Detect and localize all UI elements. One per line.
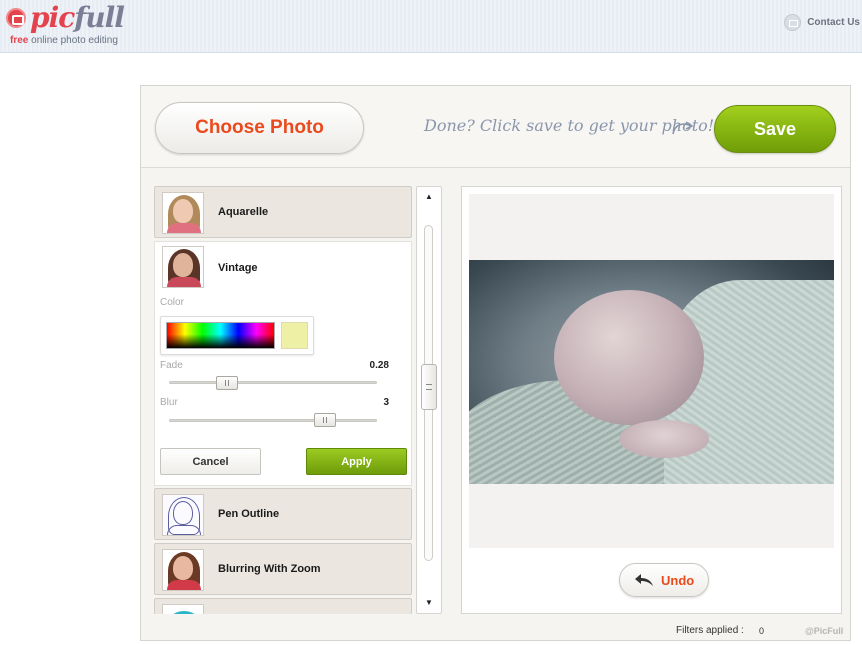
color-picker: [160, 316, 314, 355]
fade-value: 0.28: [369, 360, 389, 371]
blurring-zoom-thumbnail: [162, 549, 204, 591]
pen-outline-thumbnail: [162, 494, 204, 536]
editor-panel: Choose Photo Done? Click save to get you…: [140, 85, 851, 641]
scroll-thumb[interactable]: [421, 364, 437, 410]
blur-value: 3: [383, 397, 389, 408]
cancel-button[interactable]: Cancel: [160, 448, 261, 475]
preview-canvas: [469, 194, 834, 548]
logo-full-text: full: [74, 1, 125, 34]
fade-slider-track[interactable]: [169, 381, 377, 384]
blur-label: Blur: [160, 397, 178, 408]
undo-button[interactable]: Undo: [619, 563, 709, 597]
filter-item-partial[interactable]: [154, 598, 412, 614]
sleeping-baby-photo: [469, 260, 834, 484]
filters-applied-label: Filters applied :: [676, 625, 744, 636]
filter-list: Aquarelle Vintage Color Fade 0.28 Blur 3…: [154, 186, 412, 614]
apply-button[interactable]: Apply: [306, 448, 407, 475]
save-button[interactable]: Save: [714, 105, 836, 153]
camera-icon: [6, 8, 26, 28]
filter-name-label: Blurring With Zoom: [218, 563, 321, 575]
curved-arrow-icon: [672, 121, 694, 135]
scroll-down-arrow-icon[interactable]: ▼: [417, 595, 441, 611]
photo-preview: Undo: [461, 186, 842, 614]
undo-arrow-icon: [635, 574, 653, 586]
color-spectrum[interactable]: [166, 322, 275, 349]
picfull-credit: @PicFull: [805, 626, 844, 636]
mail-icon: [784, 13, 802, 31]
tagline-rest: online photo editing: [28, 35, 118, 46]
tagline: free online photo editing: [10, 35, 118, 46]
selected-color-swatch[interactable]: [281, 322, 308, 349]
vintage-thumbnail[interactable]: [162, 246, 204, 288]
filter-name-label: Vintage: [218, 262, 258, 274]
filter-item-blurring-with-zoom[interactable]: Blurring With Zoom: [154, 543, 412, 595]
color-label: Color: [160, 297, 184, 308]
aquarelle-thumbnail: [162, 192, 204, 234]
tagline-free: free: [10, 35, 29, 46]
filter-name-label: Aquarelle: [218, 206, 269, 218]
filters-applied-count: 0: [759, 626, 765, 636]
blur-slider-handle[interactable]: [314, 413, 336, 427]
scroll-up-arrow-icon[interactable]: ▲: [417, 189, 441, 205]
logo-wordmark: picfull: [30, 1, 125, 34]
partial-thumbnail: [162, 604, 204, 614]
filter-item-pen-outline[interactable]: Pen Outline: [154, 488, 412, 540]
contact-us-label: Contact Us: [807, 16, 860, 28]
choose-photo-button[interactable]: Choose Photo: [155, 102, 364, 154]
contact-us-link[interactable]: Contact Us: [784, 13, 860, 31]
picfull-logo[interactable]: picfull free online photo editing: [4, 1, 125, 51]
filter-name-label: Pen Outline: [218, 508, 280, 520]
filter-item-aquarelle[interactable]: Aquarelle: [154, 186, 412, 238]
undo-label: Undo: [661, 573, 695, 588]
filter-item-vintage-expanded: Vintage Color Fade 0.28 Blur 3 Cancel Ap…: [154, 241, 412, 486]
site-header: picfull free online photo editing Contac…: [0, 0, 862, 53]
fade-label: Fade: [160, 360, 183, 371]
editor-toolbar: Choose Photo Done? Click save to get you…: [141, 86, 850, 168]
logo-pic-text: pic: [30, 1, 75, 34]
filter-list-scrollbar[interactable]: ▲ ▼: [416, 186, 442, 614]
fade-slider-handle[interactable]: [216, 376, 238, 390]
blur-slider-track[interactable]: [169, 419, 377, 422]
